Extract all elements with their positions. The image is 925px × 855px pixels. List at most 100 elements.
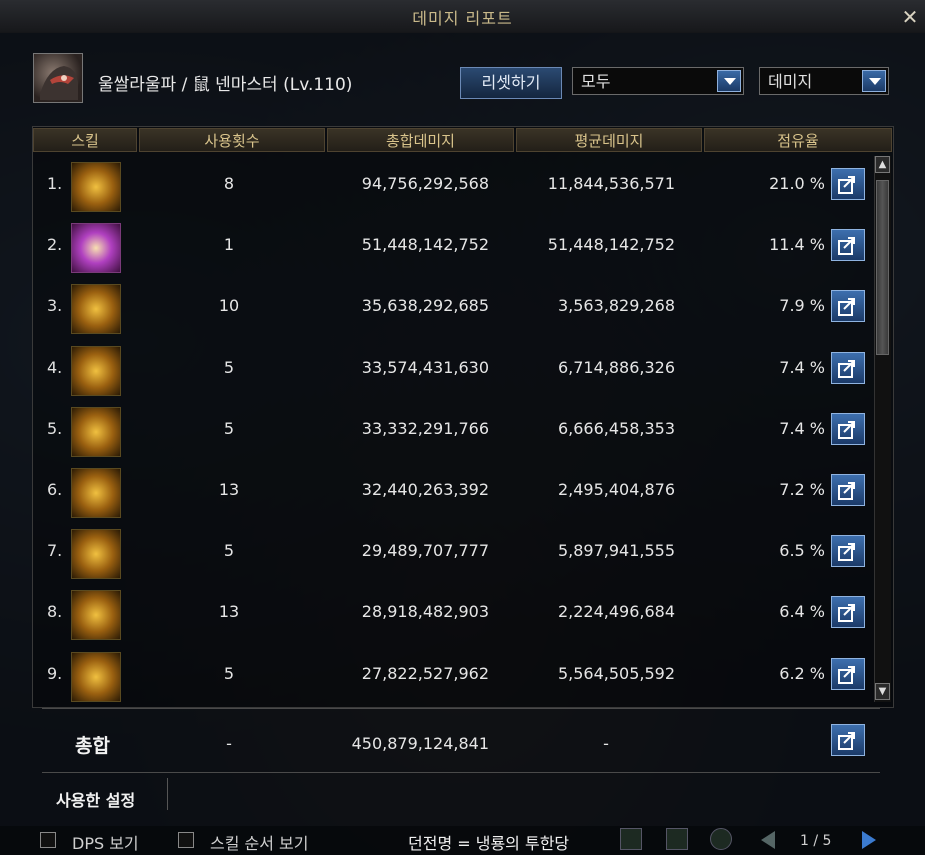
share-row-button[interactable] bbox=[831, 229, 865, 262]
row-number: 4. bbox=[47, 357, 63, 377]
scrollbar-thumb[interactable] bbox=[876, 180, 889, 355]
share-row-button[interactable] bbox=[831, 412, 865, 445]
total-damage: 51,448,142,752 bbox=[361, 235, 489, 255]
chevron-down-icon[interactable] bbox=[862, 70, 886, 92]
dungeon-name: 던전명 = 냉룡의 투한당 bbox=[408, 834, 570, 853]
divider bbox=[42, 708, 880, 709]
average-damage: 2,224,496,684 bbox=[557, 602, 675, 622]
table-row: 8. 13 28,918,482,903 2,224,496,684 6.4 % bbox=[33, 584, 873, 645]
row-number: 1. bbox=[47, 174, 63, 193]
row-number: 9. bbox=[47, 663, 63, 683]
table-row: 3. 10 35,638,292,685 3,563,829,268 7.9 % bbox=[33, 278, 873, 339]
close-icon[interactable]: ✕ bbox=[901, 7, 919, 27]
share-total-button[interactable] bbox=[831, 724, 865, 756]
damage-share: 6.4 % bbox=[779, 602, 825, 622]
spinning-orb-skill-icon bbox=[71, 529, 121, 580]
total-damage: 35,638,292,685 bbox=[361, 296, 489, 316]
chevron-down-icon[interactable] bbox=[717, 70, 741, 92]
share-icon bbox=[838, 543, 855, 562]
damage-share: 7.2 % bbox=[779, 480, 825, 499]
share-icon bbox=[838, 482, 855, 500]
next-page-icon[interactable] bbox=[856, 828, 882, 852]
quest-icon[interactable] bbox=[620, 828, 642, 850]
golden-burst-skill-icon bbox=[71, 162, 121, 212]
purple-aura-skill-icon bbox=[71, 223, 121, 274]
total-label: 총합 bbox=[75, 735, 110, 757]
use-count: 5 bbox=[223, 541, 235, 561]
average-damage: 2,495,404,876 bbox=[557, 480, 675, 499]
total-damage: 29,489,707,777 bbox=[361, 541, 489, 561]
scroll-up-icon[interactable]: ▲ bbox=[875, 156, 890, 173]
average-damage: 6,714,886,326 bbox=[557, 357, 675, 377]
total-damage: 28,918,482,903 bbox=[361, 602, 489, 622]
tiger-face-skill-icon bbox=[71, 590, 121, 641]
share-row-button[interactable] bbox=[831, 290, 865, 323]
share-row-button[interactable] bbox=[831, 474, 865, 506]
metric-select[interactable]: 데미지 bbox=[759, 67, 889, 95]
share-icon bbox=[838, 732, 855, 750]
average-damage: 5,564,505,592 bbox=[557, 663, 675, 683]
character-name: 울쌀라울파 / 鼠 넨마스터 (Lv.110) bbox=[98, 75, 353, 95]
window-title: 데미지 리포트 bbox=[412, 9, 513, 28]
damage-share: 21.0 % bbox=[769, 174, 825, 193]
use-count: 13 bbox=[218, 602, 240, 622]
share-icon bbox=[838, 604, 855, 623]
use-count: 10 bbox=[218, 296, 240, 316]
column-header-count: 사용횟수 bbox=[139, 128, 325, 152]
total-damage: 33,574,431,630 bbox=[361, 357, 489, 377]
table-row: 4. 5 33,574,431,630 6,714,886,326 7.4 % bbox=[33, 340, 873, 401]
average-damage: 51,448,142,752 bbox=[547, 235, 675, 255]
dps-checkbox-label[interactable]: DPS 보기 bbox=[72, 830, 139, 854]
total-damage: 33,332,291,766 bbox=[361, 418, 489, 438]
share-icon bbox=[838, 176, 855, 194]
table-row: 5. 5 33,332,291,766 6,666,458,353 7.4 % bbox=[33, 401, 873, 462]
share-icon bbox=[838, 665, 855, 684]
average-damage: 5,897,941,555 bbox=[557, 541, 675, 561]
dash-beast-skill-icon bbox=[71, 651, 121, 702]
skill-order-checkbox-label[interactable]: 스킬 순서 보기 bbox=[210, 830, 309, 854]
damage-share: 7.4 % bbox=[779, 357, 825, 377]
window-titlebar: 데미지 리포트 ✕ bbox=[0, 0, 925, 33]
share-row-button[interactable] bbox=[831, 351, 865, 384]
skill-order-checkbox[interactable] bbox=[178, 832, 194, 848]
share-row-button[interactable] bbox=[831, 535, 865, 568]
total-count: - bbox=[226, 734, 232, 753]
dps-checkbox[interactable] bbox=[40, 832, 56, 848]
page-indicator: 1 / 5 bbox=[800, 833, 832, 849]
scroll-down-icon[interactable]: ▼ bbox=[875, 683, 890, 700]
column-header-share: 점유율 bbox=[704, 128, 892, 152]
share-row-button[interactable] bbox=[831, 168, 865, 200]
use-count: 8 bbox=[223, 174, 235, 193]
use-count: 5 bbox=[223, 663, 235, 683]
inventory-icon[interactable] bbox=[666, 828, 688, 850]
gear-icon[interactable] bbox=[710, 828, 732, 850]
column-header-total: 총합데미지 bbox=[327, 128, 514, 152]
share-icon bbox=[838, 359, 855, 378]
damage-share: 7.4 % bbox=[779, 418, 825, 438]
damage-share: 11.4 % bbox=[769, 235, 825, 255]
character-portrait-icon bbox=[40, 66, 78, 100]
average-damage: 11,844,536,571 bbox=[547, 174, 675, 193]
average-damage: 6,666,458,353 bbox=[557, 418, 675, 438]
total-damage: 32,440,263,392 bbox=[361, 480, 489, 499]
lion-skill-icon bbox=[71, 406, 121, 457]
filter-select[interactable]: 모두 bbox=[572, 67, 744, 95]
total-average: - bbox=[603, 734, 609, 753]
metric-select-value: 데미지 bbox=[768, 72, 813, 91]
damage-share: 7.9 % bbox=[779, 296, 825, 316]
share-row-button[interactable] bbox=[831, 596, 865, 629]
row-number: 3. bbox=[47, 296, 63, 316]
table-row: 1. 8 94,756,292,568 11,844,536,571 21.0 % bbox=[33, 156, 873, 217]
use-count: 5 bbox=[223, 418, 235, 438]
column-header-skill: 스킬 bbox=[33, 128, 137, 152]
column-header-average: 평균데미지 bbox=[516, 128, 702, 152]
prev-page-icon[interactable] bbox=[755, 828, 781, 852]
reset-button[interactable]: 리셋하기 bbox=[460, 67, 562, 99]
character-avatar bbox=[33, 53, 83, 103]
use-count: 5 bbox=[223, 357, 235, 377]
ring-sigil-skill-icon bbox=[71, 284, 121, 335]
share-row-button[interactable] bbox=[831, 657, 865, 690]
use-count: 13 bbox=[218, 480, 240, 499]
use-count: 1 bbox=[223, 235, 235, 255]
table-row: 2. 1 51,448,142,752 51,448,142,752 11.4 % bbox=[33, 217, 873, 278]
